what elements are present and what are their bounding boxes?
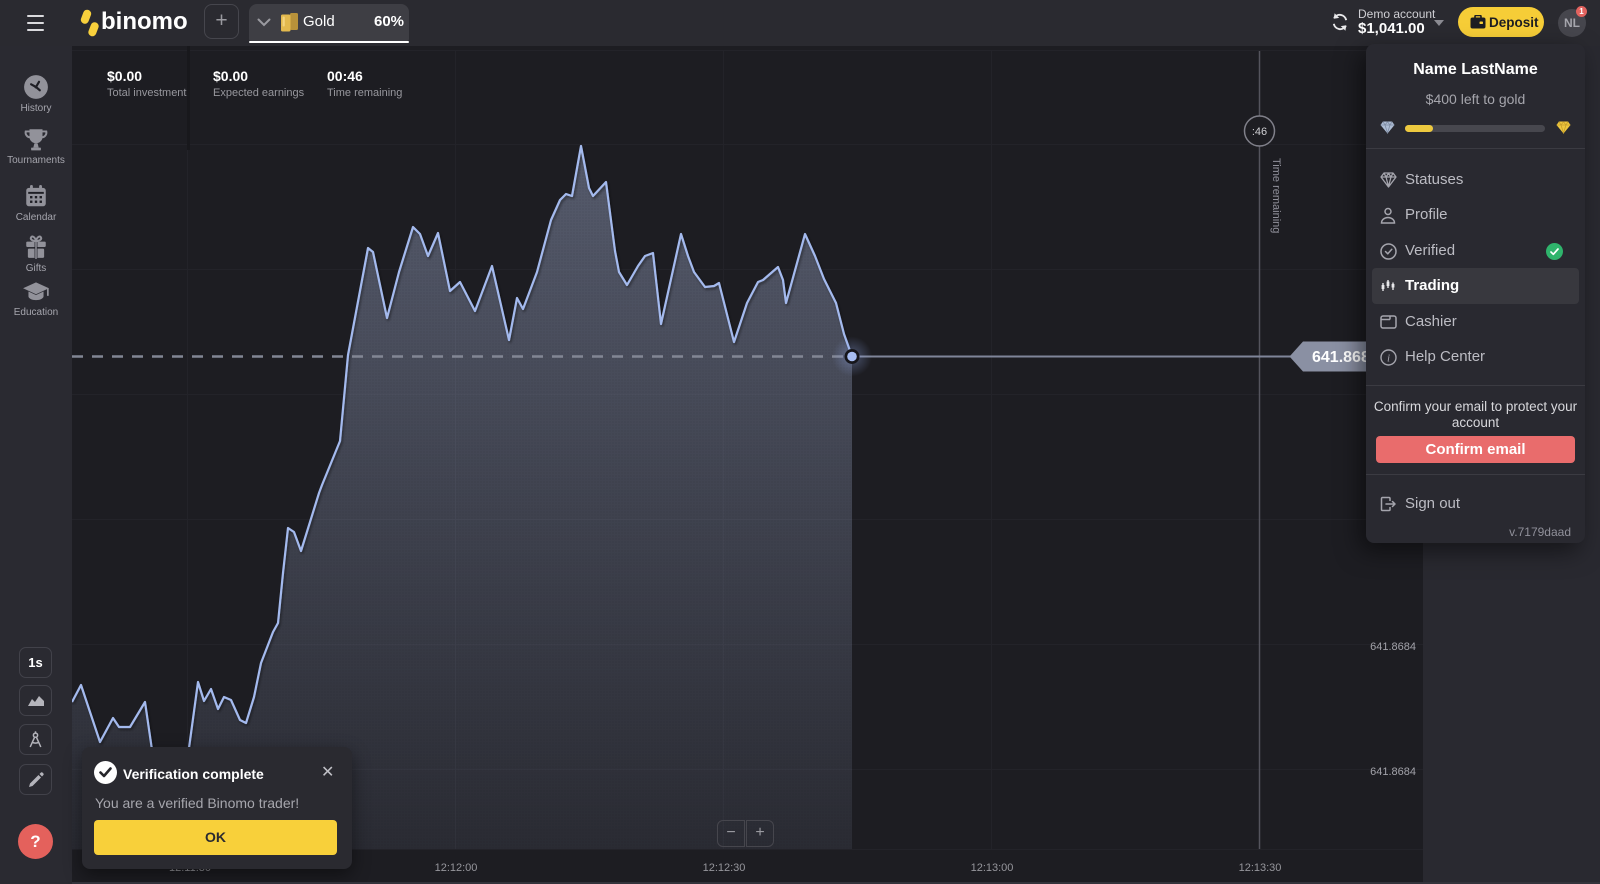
svg-text::46: :46 xyxy=(1252,126,1267,138)
svg-text:i: i xyxy=(1387,353,1390,365)
svg-text:641.868: 641.868 xyxy=(1312,349,1370,366)
svg-text:12:13:30: 12:13:30 xyxy=(1239,862,1282,874)
svg-text:12:12:00: 12:12:00 xyxy=(435,862,478,874)
svg-text:12:13:00: 12:13:00 xyxy=(971,862,1014,874)
svg-text:Time remaining: Time remaining xyxy=(1270,158,1282,233)
svg-text:12:12:30: 12:12:30 xyxy=(703,862,746,874)
